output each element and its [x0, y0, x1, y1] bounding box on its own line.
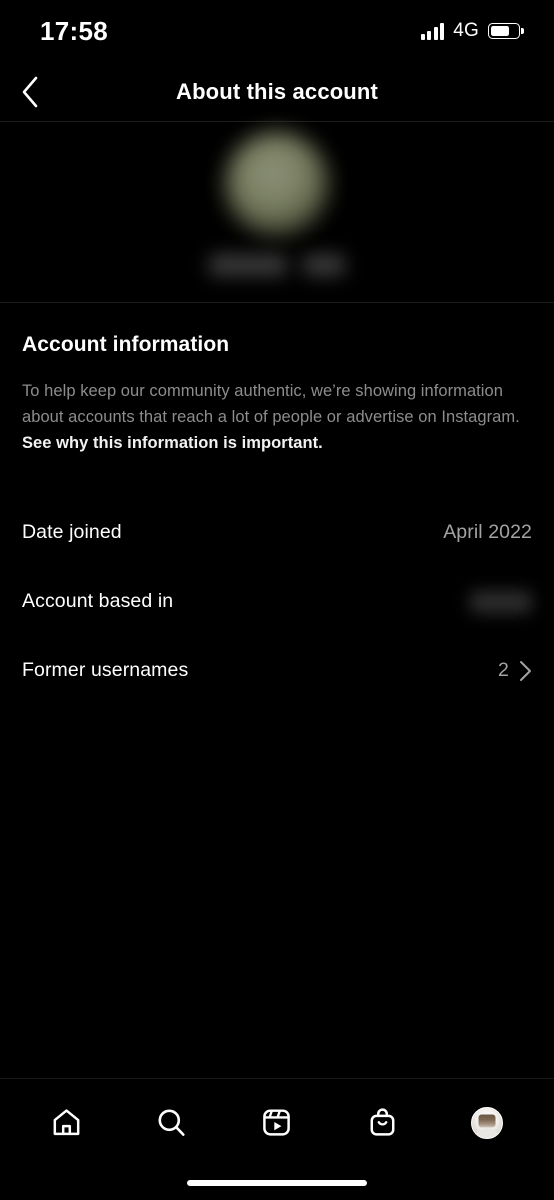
section-title: Account information — [22, 333, 230, 356]
profile-avatar-icon — [471, 1106, 504, 1139]
page-header: About this account — [0, 62, 554, 122]
status-bar: 17:58 4G — [0, 0, 554, 62]
back-button[interactable] — [8, 70, 52, 114]
search-icon — [158, 1109, 185, 1136]
section-description-text: To help keep our community authentic, we… — [22, 382, 520, 426]
status-bar-indicators: 4G — [420, 20, 520, 42]
row-value-group: 2 — [498, 659, 532, 682]
row-value: April 2022 — [443, 521, 532, 543]
reels-icon — [263, 1109, 291, 1136]
username-blur-block — [209, 254, 287, 276]
app-screen: 17:58 4G About this account Account info… — [0, 0, 554, 1200]
account-info-rows: Date joined April 2022 Account based in … — [0, 498, 554, 705]
row-value — [470, 590, 532, 613]
profile-username-redacted — [209, 254, 345, 276]
row-label: Account based in — [22, 590, 174, 612]
battery-fill — [490, 25, 509, 37]
tab-reels[interactable] — [247, 1095, 307, 1151]
avatar-body — [475, 1127, 500, 1138]
row-value-count: 2 — [498, 659, 509, 681]
profile-section — [0, 122, 554, 303]
battery-icon — [488, 23, 520, 39]
row-label: Former usernames — [22, 659, 189, 681]
row-date-joined: Date joined April 2022 — [0, 498, 554, 567]
network-type-label: 4G — [453, 20, 479, 41]
row-account-based-in: Account based in — [0, 567, 554, 636]
signal-bars-icon — [420, 22, 445, 40]
learn-more-link[interactable]: See why this information is important. — [22, 434, 323, 452]
home-icon — [53, 1109, 80, 1136]
section-description: To help keep our community authentic, we… — [22, 378, 532, 456]
tab-profile[interactable] — [457, 1095, 517, 1151]
profile-avatar — [225, 132, 329, 236]
bottom-tab-bar — [0, 1078, 554, 1166]
home-indicator[interactable] — [187, 1180, 367, 1186]
home-indicator-area — [0, 1166, 554, 1200]
shopping-bag-icon — [370, 1108, 395, 1136]
row-label: Date joined — [22, 521, 122, 543]
tab-shop[interactable] — [352, 1095, 412, 1151]
row-value-redacted — [470, 590, 532, 613]
chevron-right-icon — [519, 660, 532, 682]
chevron-left-icon — [22, 76, 38, 107]
account-information-section: Account information To help keep our com… — [0, 303, 554, 456]
tab-home[interactable] — [37, 1095, 97, 1151]
username-badge-blur-block — [303, 254, 345, 276]
avatar-face — [478, 1114, 496, 1128]
row-former-usernames[interactable]: Former usernames 2 — [0, 636, 554, 705]
page-title: About this account — [176, 78, 378, 104]
tab-search[interactable] — [142, 1095, 202, 1151]
status-bar-time: 17:58 — [40, 15, 108, 46]
